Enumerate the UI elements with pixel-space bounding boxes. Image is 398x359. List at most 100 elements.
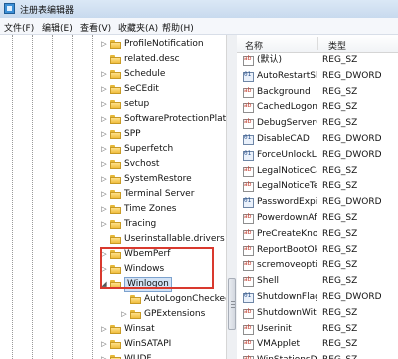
expand-arrow-icon[interactable]: ▷ (100, 326, 108, 333)
value-row[interactable]: WinStationsDi... REG_SZ (237, 353, 398, 359)
expand-arrow-icon[interactable]: ▷ (120, 311, 128, 318)
value-row[interactable]: ShutdownWith... REG_SZ (237, 306, 398, 321)
value-row[interactable]: LegalNoticeCa... REG_SZ (237, 164, 398, 179)
tree-item[interactable]: ▷ WUDF (0, 352, 236, 359)
folder-icon (130, 310, 141, 319)
value-type: REG_SZ (322, 87, 358, 97)
tree-item[interactable]: related.desc (0, 52, 236, 67)
value-row[interactable]: VMApplet REG_SZ (237, 337, 398, 352)
value-row[interactable]: scremoveoption REG_SZ (237, 258, 398, 273)
tree-item[interactable]: ▷ Tracing (0, 217, 236, 232)
tree-item[interactable]: ▷ ProfileNotification (0, 37, 236, 52)
expand-arrow-icon[interactable]: ▷ (100, 176, 108, 183)
tree-item-label: SystemRestore (124, 174, 192, 184)
folder-icon (110, 175, 121, 184)
tree-item[interactable]: ▷ SystemRestore (0, 172, 236, 187)
tree-item[interactable]: ▷ SoftwareProtectionPlatf (0, 112, 236, 127)
title-bar[interactable]: 注册表编辑器 (0, 0, 398, 19)
value-type: REG_DWORD (322, 292, 382, 302)
value-type: REG_DWORD (322, 71, 382, 81)
value-row[interactable]: PowerdownAft... REG_SZ (237, 211, 398, 226)
value-name: PowerdownAft... (257, 213, 317, 223)
value-row[interactable]: AutoRestartShell REG_DWORD (237, 69, 398, 84)
tree-item[interactable]: ▷ Winsat (0, 322, 236, 337)
value-row[interactable]: PasswordExpir... REG_DWORD (237, 195, 398, 210)
expand-arrow-icon[interactable]: ▷ (100, 341, 108, 348)
menu-edit[interactable]: 编辑(E) (42, 21, 73, 34)
registry-key-tree[interactable]: ▷ ProfileNotification related.desc ▷ Schedul… (0, 35, 237, 359)
expand-arrow-icon[interactable]: ▷ (100, 86, 108, 93)
scrollbar-grip-line (231, 304, 235, 305)
value-row[interactable]: ShutdownFlags REG_DWORD (237, 290, 398, 305)
list-header: 名称 类型 (237, 35, 398, 53)
expand-arrow-icon[interactable]: ▷ (100, 161, 108, 168)
string-value-icon (243, 213, 254, 224)
value-row[interactable]: ForceUnlockLo... REG_DWORD (237, 148, 398, 163)
tree-vertical-scrollbar[interactable] (226, 35, 237, 359)
value-type: REG_DWORD (322, 150, 382, 160)
string-value-icon (243, 102, 254, 113)
tree-item-label: Userinstallable.drivers (124, 234, 225, 244)
expand-arrow-icon[interactable]: ▷ (100, 131, 108, 138)
tree-item-label: Winsat (124, 324, 155, 334)
column-header-name[interactable]: 名称 (245, 39, 263, 52)
value-row[interactable]: Shell REG_SZ (237, 274, 398, 289)
expand-arrow-icon[interactable]: ▷ (100, 191, 108, 198)
folder-icon (110, 190, 121, 199)
tree-item-label: AutoLogonChecked (144, 294, 231, 304)
tree-item-label: SPP (124, 129, 141, 139)
tree-item[interactable]: ▷ SPP (0, 127, 236, 142)
tree-item[interactable]: ▷ SeCEdit (0, 82, 236, 97)
value-row[interactable]: DisableCAD REG_DWORD (237, 132, 398, 147)
tree-item[interactable]: ▷ Superfetch (0, 142, 236, 157)
tree-item-label: WUDF (124, 354, 152, 359)
value-name: Shell (257, 276, 279, 286)
menu-bar: 文件(F) 编辑(E) 查看(V) 收藏夹(A) 帮助(H) (0, 18, 398, 35)
folder-icon (110, 130, 121, 139)
column-divider[interactable] (317, 37, 318, 50)
expand-arrow-icon[interactable]: ▷ (100, 206, 108, 213)
expand-arrow-icon[interactable]: ▷ (100, 221, 108, 228)
expand-arrow-icon[interactable]: ▷ (100, 146, 108, 153)
expand-arrow-icon[interactable]: ▷ (100, 101, 108, 108)
value-name: ShutdownFlags (257, 292, 317, 302)
menu-view[interactable]: 查看(V) (80, 21, 111, 34)
tree-item[interactable]: ▷ GPExtensions (0, 307, 236, 322)
tree-item[interactable]: AutoLogonChecked (0, 292, 236, 307)
registry-values-list[interactable]: 名称 类型 (默认) REG_SZ AutoRestartShell REG_DWOR… (237, 35, 398, 359)
tree-item[interactable]: ▷ Schedule (0, 67, 236, 82)
expand-arrow-icon[interactable]: ▷ (100, 41, 108, 48)
folder-icon (110, 340, 121, 349)
string-value-icon (243, 276, 254, 287)
value-name: ForceUnlockLo... (257, 150, 317, 160)
value-type: REG_SZ (322, 339, 358, 349)
value-name: (默认) (257, 55, 283, 65)
folder-icon (110, 40, 121, 49)
menu-favorites[interactable]: 收藏夹(A) (118, 21, 158, 34)
value-row[interactable]: Background REG_SZ (237, 85, 398, 100)
expand-arrow-icon[interactable]: ▷ (100, 116, 108, 123)
value-row[interactable]: DebugServerC... REG_SZ (237, 116, 398, 131)
tree-item[interactable]: ▷ Svchost (0, 157, 236, 172)
tree-item[interactable]: ▷ setup (0, 97, 236, 112)
value-row[interactable]: Userinit REG_SZ (237, 322, 398, 337)
tree-item[interactable]: ▷ Terminal Server (0, 187, 236, 202)
expand-arrow-icon[interactable]: ▷ (100, 71, 108, 78)
tree-item-label: GPExtensions (144, 309, 206, 319)
menu-file[interactable]: 文件(F) (4, 21, 34, 34)
tree-item-label: Svchost (124, 159, 160, 169)
value-row[interactable]: PreCreateKno... REG_SZ (237, 227, 398, 242)
tree-scrollbar-thumb[interactable] (228, 278, 236, 330)
folder-icon (110, 100, 121, 109)
menu-help[interactable]: 帮助(H) (162, 21, 194, 34)
value-row[interactable]: (默认) REG_SZ (237, 53, 398, 68)
tree-item[interactable]: ▷ WinSATAPI (0, 337, 236, 352)
tree-item-label: SeCEdit (124, 84, 159, 94)
column-header-type[interactable]: 类型 (328, 39, 346, 52)
tree-item[interactable]: Userinstallable.drivers (0, 232, 236, 247)
string-value-icon (243, 181, 254, 192)
value-row[interactable]: LegalNoticeText REG_SZ (237, 179, 398, 194)
tree-item[interactable]: ▷ Time Zones (0, 202, 236, 217)
value-row[interactable]: ReportBootOk REG_SZ (237, 243, 398, 258)
value-row[interactable]: CachedLogons... REG_SZ (237, 100, 398, 115)
